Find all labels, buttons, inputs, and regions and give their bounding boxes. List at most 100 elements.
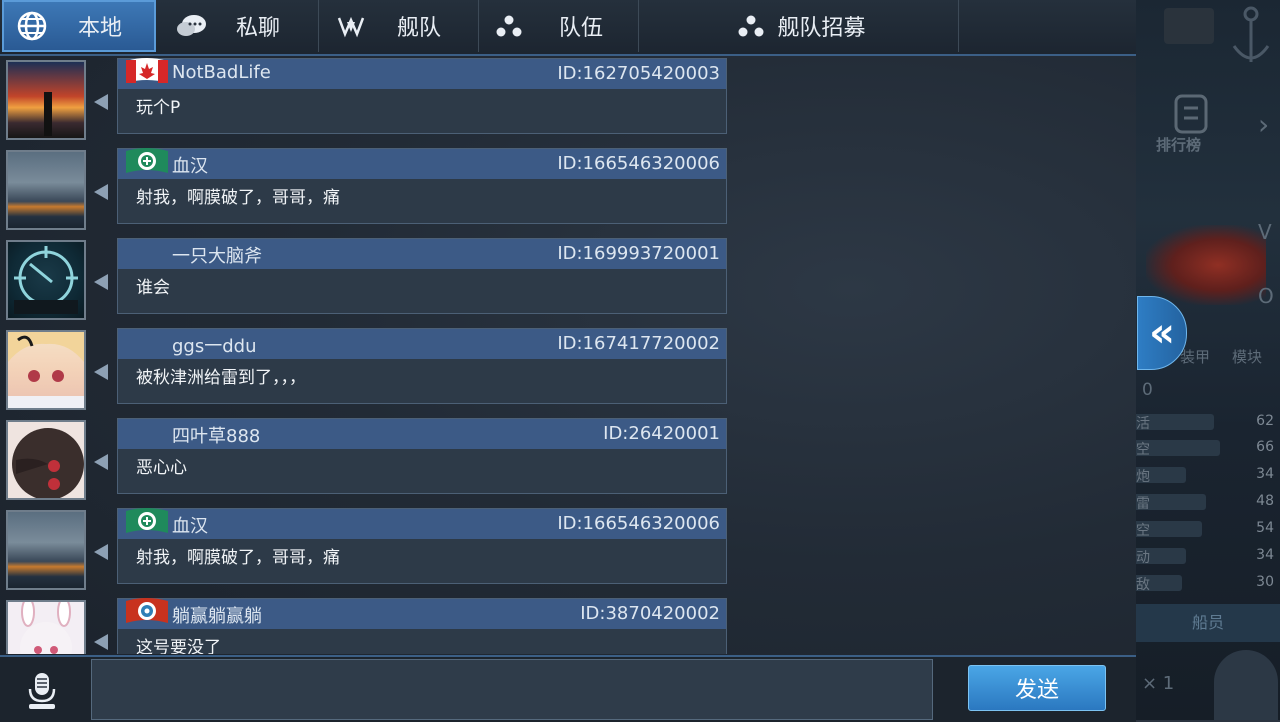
message-text: 被秋津洲给雷到了，，， [136, 368, 306, 388]
tab-local[interactable]: 本地 [2, 0, 156, 52]
tab-private[interactable]: 私聊 [158, 0, 319, 52]
username[interactable]: 血汉 [172, 512, 208, 538]
chest-icon [1164, 8, 1214, 44]
stat-label: 炮 [1136, 469, 1150, 485]
stat-label: 敌 [1136, 577, 1150, 593]
anchor-icon [1232, 6, 1270, 62]
pointer-arrow [94, 94, 108, 110]
message-header: 血汉 ID:166546320006 [118, 508, 726, 539]
username[interactable]: 血汉 [172, 152, 208, 178]
user-id: ID:26420001 [603, 423, 720, 444]
red-emblem-flag-icon [126, 598, 168, 623]
message-header: 四叶草888 ID:26420001 [118, 419, 726, 449]
microphone-icon [28, 673, 56, 709]
letter-o: O [1258, 284, 1274, 308]
message-header: 一只大脑斧 ID:169993720001 [118, 239, 726, 269]
message-text: 这号要没了 [136, 638, 221, 654]
stat-value: 34 [1256, 466, 1274, 482]
user-id: ID:162705420003 [557, 63, 720, 84]
message-bubble: 一只大脑斧 ID:169993720001 谁会 [117, 238, 727, 314]
avatar[interactable] [6, 510, 86, 590]
tab-label: 舰队 [397, 16, 442, 41]
username[interactable]: 四叶草888 [172, 422, 260, 448]
avatar[interactable] [6, 60, 86, 140]
chat-message: 四叶草888 ID:26420001 恶心心 [0, 416, 740, 506]
username[interactable]: ggs一ddu [172, 332, 257, 358]
message-bubble: 血汉 ID:166546320006 射我，啊膜破了，哥哥，痛 [117, 148, 727, 224]
user-id: ID:169993720001 [557, 243, 720, 264]
avatar[interactable] [6, 150, 86, 230]
stat-label: 雷 [1136, 496, 1150, 512]
tab-team[interactable]: 队伍 [479, 0, 639, 52]
pointer-arrow [94, 274, 108, 290]
channel-tabs: 本地 私聊 舰队 队伍 舰队招募 [0, 0, 1136, 56]
ranking-label: 排行榜 [1156, 136, 1202, 154]
message-text: 恶心心 [136, 458, 187, 478]
message-header: NotBadLife ID:162705420003 [118, 58, 726, 89]
chevron-right-icon: › [1258, 108, 1270, 141]
green-emblem-flag-icon [126, 148, 168, 173]
armor-label: 装甲 [1180, 348, 1211, 366]
username[interactable]: 躺赢躺赢躺 [172, 602, 262, 628]
chat-message: 血汉 ID:166546320006 射我，啊膜破了，哥哥，痛 [0, 146, 740, 236]
avatar[interactable] [6, 420, 86, 500]
canada-flag-icon [126, 58, 168, 83]
pointer-arrow [94, 634, 108, 650]
message-text: 射我，啊膜破了，哥哥，痛 [136, 188, 340, 208]
stat-value: 54 [1256, 520, 1274, 536]
chat-panel: 本地 私聊 舰队 队伍 舰队招募 NotBadLife ID:162705420… [0, 0, 1136, 722]
user-id: ID:166546320006 [557, 153, 720, 174]
message-text: 射我，啊膜破了，哥哥，痛 [136, 548, 340, 568]
avatar[interactable] [6, 600, 86, 654]
chat-message: 一只大脑斧 ID:169993720001 谁会 [0, 236, 740, 326]
user-id: ID:166546320006 [557, 513, 720, 534]
username[interactable]: 一只大脑斧 [172, 242, 262, 268]
user-id: ID:3870420002 [580, 603, 720, 624]
chat-message: ggs一ddu ID:167417720002 被秋津洲给雷到了，，， [0, 326, 740, 416]
pointer-arrow [94, 454, 108, 470]
avatar[interactable] [6, 330, 86, 410]
chat-message: 血汉 ID:166546320006 射我，啊膜破了，哥哥，痛 [0, 506, 740, 596]
avatar[interactable] [6, 240, 86, 320]
chat-message: NotBadLife ID:162705420003 玩个P [0, 56, 740, 146]
message-bubble: NotBadLife ID:162705420003 玩个P [117, 58, 727, 134]
tab-label: 私聊 [236, 16, 281, 41]
stat-label: 空 [1136, 442, 1150, 458]
tab-label: 舰队招募 [777, 16, 866, 41]
pointer-arrow [94, 364, 108, 380]
globe-icon [12, 10, 52, 42]
message-text: 谁会 [136, 278, 170, 298]
send-button[interactable]: 发送 [968, 665, 1106, 711]
module-label: 模块 [1232, 348, 1263, 366]
message-bubble: 四叶草888 ID:26420001 恶心心 [117, 418, 727, 494]
chat-message: 躺赢躺赢躺 ID:3870420002 这号要没了 [0, 596, 740, 654]
user-id: ID:167417720002 [557, 333, 720, 354]
message-bubble: 血汉 ID:166546320006 射我，啊膜破了，哥哥，痛 [117, 508, 727, 584]
stat-value: 66 [1256, 439, 1274, 455]
stat-value: 62 [1256, 413, 1274, 429]
voice-button[interactable] [20, 667, 64, 715]
chat-input[interactable] [91, 659, 933, 720]
zero-label: 0 [1142, 380, 1153, 400]
captain-avatar[interactable] [1214, 650, 1278, 720]
stat-value: 48 [1256, 493, 1274, 509]
fleet-emblem-icon [331, 12, 371, 40]
message-text: 玩个P [136, 98, 181, 118]
double-chevron-left-icon: « [1149, 310, 1175, 356]
stat-value: 34 [1256, 547, 1274, 563]
team-dots-icon [489, 14, 529, 38]
stat-label: 活 [1136, 416, 1150, 432]
team-dots-icon [731, 14, 771, 38]
crew-button[interactable]: 船员 [1136, 604, 1280, 642]
chat-bubbles-icon [172, 12, 212, 40]
tab-label: 队伍 [559, 16, 604, 41]
count-label: × 1 [1142, 673, 1175, 694]
username[interactable]: NotBadLife [172, 62, 271, 83]
green-emblem-flag-icon [126, 508, 168, 533]
ship-image [1146, 225, 1266, 305]
input-bar: 发送 [0, 655, 1136, 722]
tab-fleet-recruit[interactable]: 舰队招募 [639, 0, 959, 52]
tab-fleet[interactable]: 舰队 [319, 0, 479, 52]
ranking-icon [1174, 94, 1208, 134]
message-header: 躺赢躺赢躺 ID:3870420002 [118, 598, 726, 629]
